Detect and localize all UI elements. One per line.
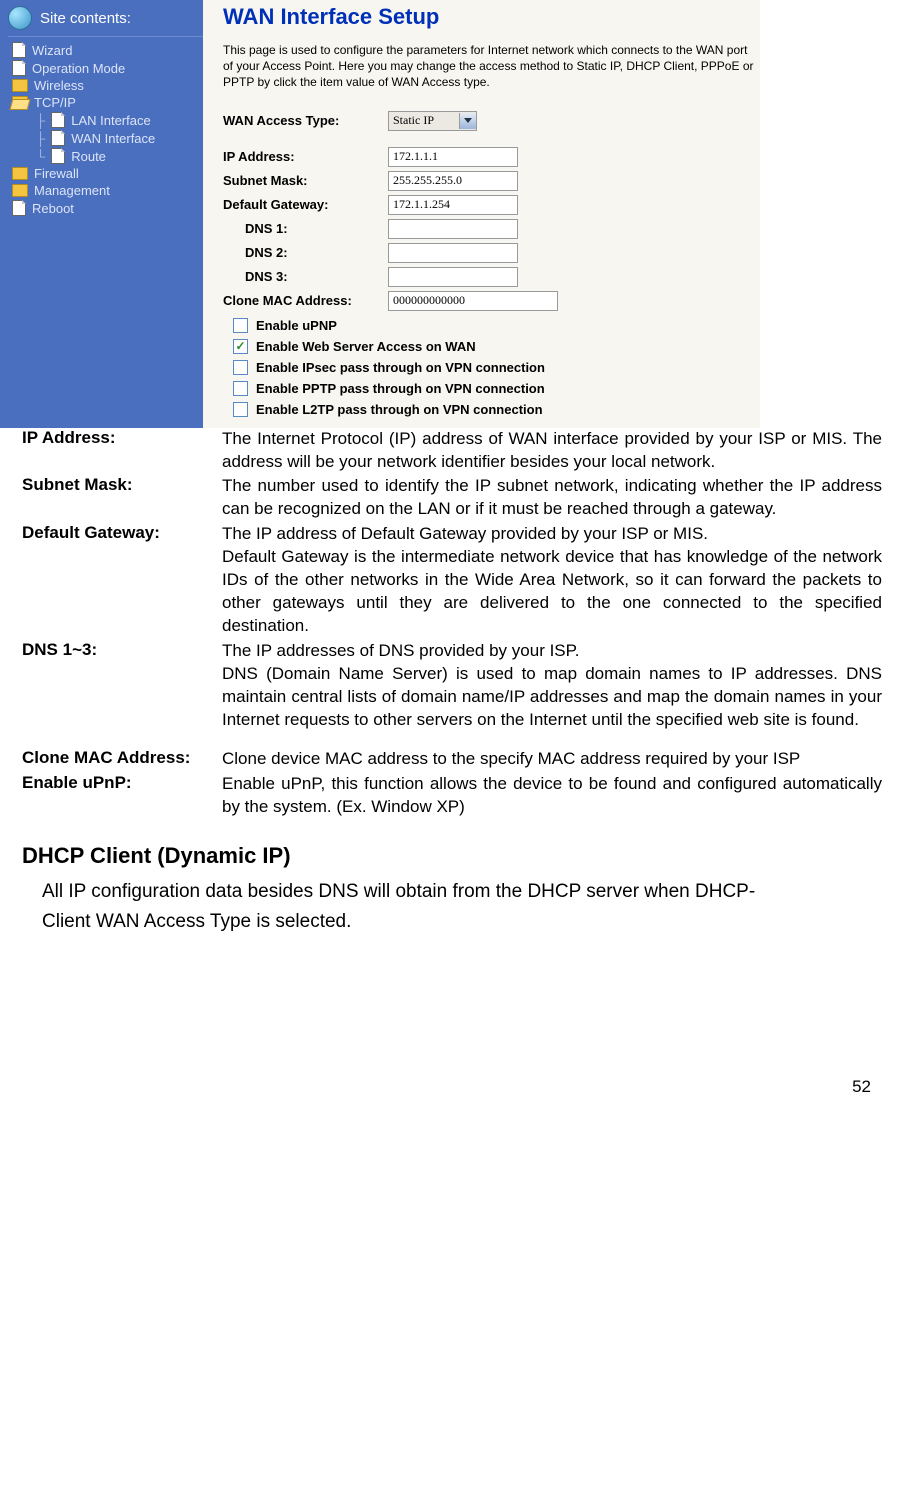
check-upnp-label: Enable uPNP	[256, 318, 337, 333]
def-upnp-desc: Enable uPnP, this function allows the de…	[222, 773, 882, 819]
def-gw: Default Gateway: The IP address of Defau…	[22, 523, 882, 638]
def-upnp-term: Enable uPnP:	[22, 773, 222, 819]
label-dns1: DNS 1:	[223, 221, 388, 236]
row-ip: IP Address:	[223, 147, 756, 167]
nav-lan[interactable]: ├LAN Interface	[12, 111, 203, 129]
select-access-type[interactable]: Static IP	[388, 111, 477, 131]
doc-icon	[12, 200, 26, 216]
nav-tcpip[interactable]: TCP/IP	[12, 94, 203, 111]
document-body: IP Address: The Internet Protocol (IP) a…	[0, 428, 892, 938]
folder-icon	[12, 184, 28, 197]
def-upnp: Enable uPnP: Enable uPnP, this function …	[22, 773, 882, 819]
label-dns2: DNS 2:	[223, 245, 388, 260]
check-web-wan-label: Enable Web Server Access on WAN	[256, 339, 476, 354]
sidebar-title: Site contents:	[40, 10, 131, 27]
nav-wizard[interactable]: Wizard	[12, 41, 203, 59]
def-dns-term: DNS 1~3:	[22, 640, 222, 732]
def-gw-desc: The IP address of Default Gateway provid…	[222, 523, 882, 638]
checkbox-icon	[233, 402, 248, 417]
def-mask: Subnet Mask: The number used to identify…	[22, 475, 882, 521]
checkbox-icon	[233, 318, 248, 333]
input-dns2[interactable]	[388, 243, 518, 263]
nav-tree: Wizard Operation Mode Wireless TCP/IP ├L…	[8, 37, 203, 217]
row-dns3: DNS 3:	[223, 267, 756, 287]
input-clone-mac[interactable]	[388, 291, 558, 311]
tree-line-icon: └	[36, 149, 45, 164]
nav-op-mode[interactable]: Operation Mode	[12, 59, 203, 77]
nav-firewall[interactable]: Firewall	[12, 165, 203, 182]
row-dns2: DNS 2:	[223, 243, 756, 263]
check-web-wan[interactable]: Enable Web Server Access on WAN	[223, 336, 756, 357]
globe-icon	[8, 6, 32, 30]
nav-management[interactable]: Management	[12, 182, 203, 199]
doc-icon	[51, 112, 65, 128]
def-mask-term: Subnet Mask:	[22, 475, 222, 521]
label-dns3: DNS 3:	[223, 269, 388, 284]
doc-icon	[51, 130, 65, 146]
checkbox-icon	[233, 381, 248, 396]
check-pptp[interactable]: Enable PPTP pass through on VPN connecti…	[223, 378, 756, 399]
label-access-type: WAN Access Type:	[223, 113, 388, 128]
def-ip: IP Address: The Internet Protocol (IP) a…	[22, 428, 882, 474]
chevron-down-icon	[459, 113, 476, 129]
def-dns: DNS 1~3: The IP addresses of DNS provide…	[22, 640, 882, 732]
check-l2tp[interactable]: Enable L2TP pass through on VPN connecti…	[223, 399, 756, 420]
def-ip-term: IP Address:	[22, 428, 222, 474]
folder-icon	[12, 79, 28, 92]
def-mac-term: Clone MAC Address:	[22, 748, 222, 771]
def-mac: Clone MAC Address: Clone device MAC addr…	[22, 748, 882, 771]
def-mac-desc: Clone device MAC address to the specify …	[222, 748, 882, 771]
open-folder-icon	[12, 96, 28, 109]
input-dns1[interactable]	[388, 219, 518, 239]
nav-reboot[interactable]: Reboot	[12, 199, 203, 217]
check-upnp[interactable]: Enable uPNP	[223, 315, 756, 336]
label-mask: Subnet Mask:	[223, 173, 388, 188]
def-mask-desc: The number used to identify the IP subne…	[222, 475, 882, 521]
page-title: WAN Interface Setup	[223, 4, 756, 30]
checkbox-icon	[233, 360, 248, 375]
nav-route[interactable]: └Route	[12, 147, 203, 165]
nav-wireless[interactable]: Wireless	[12, 77, 203, 94]
page-number: 52	[0, 937, 911, 1117]
doc-icon	[12, 60, 26, 76]
row-dns1: DNS 1:	[223, 219, 756, 239]
sidebar: Site contents: Wizard Operation Mode Wir…	[0, 0, 203, 428]
input-ip-address[interactable]	[388, 147, 518, 167]
row-mac: Clone MAC Address:	[223, 291, 756, 311]
folder-icon	[12, 167, 28, 180]
dhcp-paragraph: All IP configuration data besides DNS wi…	[42, 877, 782, 938]
label-gw: Default Gateway:	[223, 197, 388, 212]
input-default-gateway[interactable]	[388, 195, 518, 215]
content-pane: WAN Interface Setup This page is used to…	[203, 0, 760, 428]
check-pptp-label: Enable PPTP pass through on VPN connecti…	[256, 381, 545, 396]
row-gw: Default Gateway:	[223, 195, 756, 215]
intro-text: This page is used to configure the param…	[223, 42, 756, 91]
dhcp-heading: DHCP Client (Dynamic IP)	[22, 843, 882, 869]
check-l2tp-label: Enable L2TP pass through on VPN connecti…	[256, 402, 543, 417]
input-dns3[interactable]	[388, 267, 518, 287]
tree-line-icon: ├	[36, 113, 45, 128]
nav-wan[interactable]: ├WAN Interface	[12, 129, 203, 147]
checkbox-checked-icon	[233, 339, 248, 354]
doc-icon	[51, 148, 65, 164]
def-dns-desc: The IP addresses of DNS provided by your…	[222, 640, 882, 732]
wan-setup-screenshot: Site contents: Wizard Operation Mode Wir…	[0, 0, 760, 428]
row-access-type: WAN Access Type: Static IP	[223, 111, 756, 131]
select-access-type-value: Static IP	[389, 113, 459, 128]
input-subnet-mask[interactable]	[388, 171, 518, 191]
def-ip-desc: The Internet Protocol (IP) address of WA…	[222, 428, 882, 474]
check-ipsec[interactable]: Enable IPsec pass through on VPN connect…	[223, 357, 756, 378]
label-mac: Clone MAC Address:	[223, 293, 388, 308]
tree-line-icon: ├	[36, 131, 45, 146]
def-gw-term: Default Gateway:	[22, 523, 222, 638]
sidebar-header: Site contents:	[8, 4, 203, 37]
check-ipsec-label: Enable IPsec pass through on VPN connect…	[256, 360, 545, 375]
row-mask: Subnet Mask:	[223, 171, 756, 191]
label-ip: IP Address:	[223, 149, 388, 164]
doc-icon	[12, 42, 26, 58]
